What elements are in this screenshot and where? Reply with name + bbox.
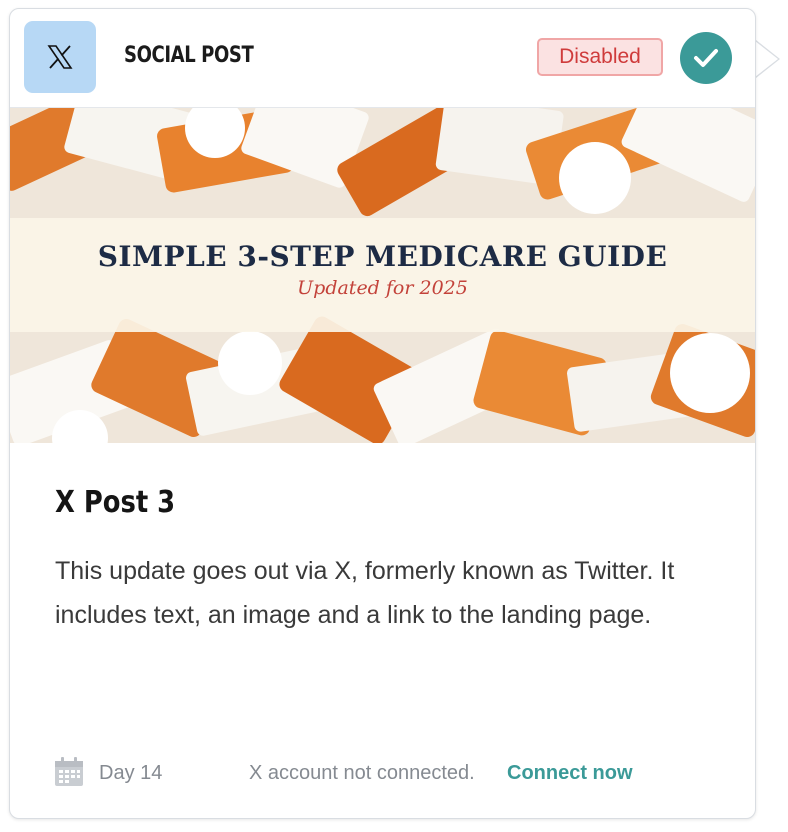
connect-now-link[interactable]: Connect now bbox=[507, 762, 633, 785]
post-title: X Post 3 bbox=[55, 485, 176, 520]
image-subtitle: Updated for 2025 bbox=[297, 277, 468, 299]
schedule-day: Day 14 bbox=[99, 762, 163, 784]
card-type-label: SOCIAL POST bbox=[124, 43, 254, 68]
image-title: SIMPLE 3-STEP MEDICARE GUIDE bbox=[97, 240, 668, 273]
account-status-text: X account not connected. bbox=[249, 762, 475, 784]
card-header: SOCIAL POST Disabled bbox=[10, 9, 755, 108]
checkmark-icon[interactable] bbox=[680, 32, 732, 84]
card-footer: Day 14 X account not connected. Connect … bbox=[10, 754, 755, 794]
social-post-card[interactable]: SOCIAL POST Disabled SIMPLE 3-STEP MEDIC… bbox=[9, 8, 756, 819]
post-image: SIMPLE 3-STEP MEDICARE GUIDE Updated for… bbox=[10, 108, 755, 443]
status-badge: Disabled bbox=[537, 38, 663, 76]
card-pointer bbox=[755, 40, 780, 78]
post-description: This update goes out via X, formerly kno… bbox=[55, 557, 675, 629]
image-banner: SIMPLE 3-STEP MEDICARE GUIDE Updated for… bbox=[10, 218, 755, 332]
x-logo-icon bbox=[24, 21, 96, 93]
calendar-icon bbox=[53, 756, 85, 793]
